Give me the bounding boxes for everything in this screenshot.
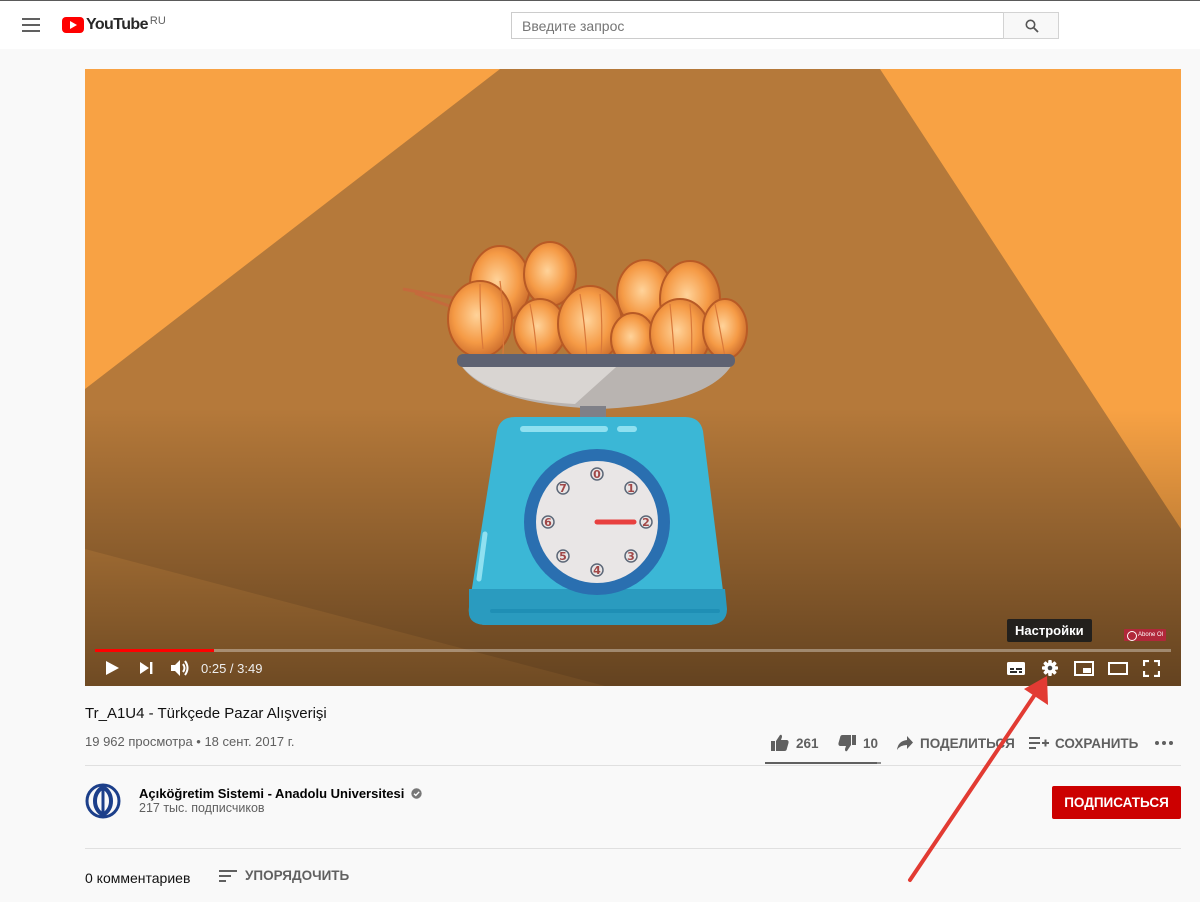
- channel-avatar[interactable]: [85, 783, 121, 819]
- search-button[interactable]: [1003, 12, 1059, 39]
- like-ratio-bar: [765, 762, 881, 764]
- video-title: Tr_A1U4 - Türkçede Pazar Alışverişi: [85, 705, 327, 722]
- settings-gear-icon[interactable]: [1041, 659, 1059, 677]
- like-ratio-fill: [765, 762, 877, 764]
- subscribe-watermark[interactable]: Abone Ol: [1124, 629, 1167, 641]
- svg-text:4: 4: [593, 564, 601, 577]
- divider: [85, 765, 1181, 766]
- progress-bar[interactable]: [95, 649, 1171, 652]
- dislike-button[interactable]: 10: [837, 733, 878, 753]
- svg-text:5: 5: [559, 550, 567, 563]
- menu-icon[interactable]: [22, 18, 40, 32]
- channel-name-text: Açıköğretim Sistemi - Anadolu Universite…: [139, 786, 405, 801]
- verified-icon: [411, 788, 422, 799]
- sort-icon: [219, 869, 237, 882]
- svg-text:2: 2: [642, 516, 650, 529]
- share-icon: [897, 736, 913, 750]
- dislike-count: 10: [863, 735, 879, 751]
- divider: [85, 848, 1181, 849]
- video-meta: 19 962 просмотра • 18 сент. 2017 г.: [85, 734, 294, 749]
- share-button[interactable]: ПОДЕЛИТЬСЯ: [896, 733, 1015, 753]
- video-player[interactable]: 0 1 2 3 4 5 6 7 Настройки Abone Ol 0:25 …: [85, 69, 1181, 686]
- svg-text:7: 7: [559, 482, 567, 495]
- view-count: 19 962 просмотра: [85, 734, 193, 749]
- volume-icon[interactable]: [170, 659, 190, 677]
- publish-date: 18 сент. 2017 г.: [204, 734, 295, 749]
- subscriber-count: 217 тыс. подписчиков: [139, 801, 265, 815]
- youtube-play-icon: [62, 17, 84, 33]
- miniplayer-icon[interactable]: [1074, 661, 1094, 676]
- play-icon[interactable]: [104, 660, 120, 676]
- total-time: 3:49: [237, 661, 263, 676]
- sort-label: УПОРЯДОЧИТЬ: [245, 868, 350, 883]
- meta-separator: •: [192, 734, 205, 749]
- next-icon[interactable]: [139, 661, 153, 675]
- save-button[interactable]: СОХРАНИТЬ: [1029, 733, 1138, 753]
- country-code: RU: [149, 15, 166, 27]
- subtitles-icon[interactable]: [1006, 661, 1026, 676]
- thumbs-up-icon: [771, 734, 789, 751]
- settings-tooltip: Настройки: [1007, 619, 1092, 642]
- more-actions-button[interactable]: [1155, 733, 1173, 753]
- progress-fill: [95, 649, 215, 652]
- channel-name[interactable]: Açıköğretim Sistemi - Anadolu Universite…: [139, 786, 422, 801]
- more-horizontal-icon: [1155, 741, 1173, 745]
- logo-text: YouTube: [86, 16, 148, 33]
- current-time: 0:25: [201, 661, 227, 676]
- sort-comments-button[interactable]: УПОРЯДОЧИТЬ: [219, 868, 349, 883]
- like-count: 261: [796, 735, 819, 751]
- share-label: ПОДЕЛИТЬСЯ: [920, 735, 1015, 751]
- masthead: YouTube RU: [0, 0, 1200, 49]
- comments-count: 0 комментариев: [85, 870, 191, 886]
- add-to-playlist-icon: [1029, 737, 1049, 749]
- like-button[interactable]: 261: [770, 733, 819, 753]
- svg-text:1: 1: [627, 482, 635, 495]
- svg-text:6: 6: [544, 516, 552, 529]
- time-separator: /: [226, 661, 238, 676]
- svg-text:3: 3: [627, 550, 635, 563]
- save-label: СОХРАНИТЬ: [1055, 735, 1139, 751]
- time-display: 0:25 / 3:49: [201, 661, 262, 676]
- search-icon: [1025, 19, 1039, 33]
- video-frame: 0 1 2 3 4 5 6 7: [85, 69, 1181, 686]
- fullscreen-icon[interactable]: [1143, 660, 1160, 677]
- youtube-logo[interactable]: YouTube RU: [62, 15, 166, 35]
- svg-text:0: 0: [593, 468, 601, 481]
- subscribe-button[interactable]: ПОДПИСАТЬСЯ: [1052, 786, 1181, 819]
- search-input[interactable]: [511, 12, 1004, 39]
- theater-mode-icon[interactable]: [1108, 662, 1128, 675]
- thumbs-down-icon: [838, 735, 856, 752]
